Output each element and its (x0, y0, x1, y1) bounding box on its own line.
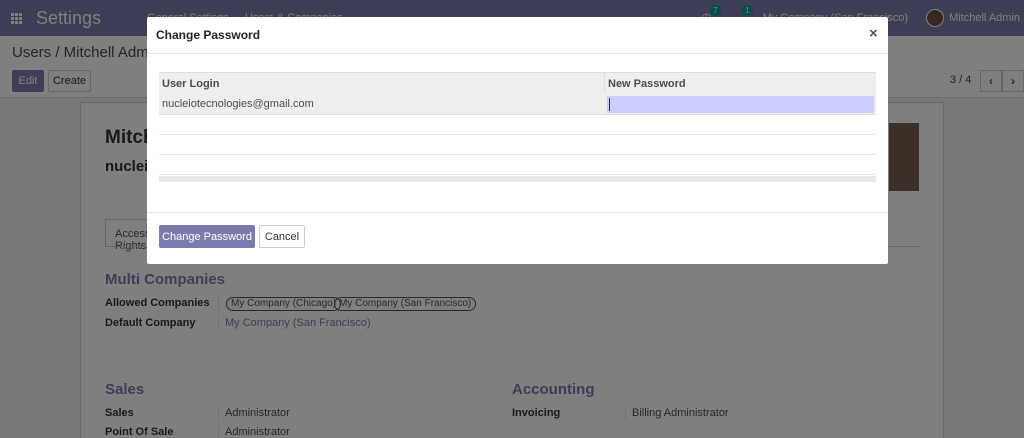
change-password-button[interactable]: Change Password (159, 225, 255, 248)
user-login-cell: nucleiotecnologies@gmail.com (162, 98, 314, 110)
column-header-user-login[interactable]: User Login (162, 78, 219, 90)
dialog-footer-divider (147, 212, 888, 213)
empty-row (159, 155, 876, 175)
new-password-input[interactable] (607, 96, 874, 113)
dialog-title: Change Password (156, 28, 261, 42)
empty-row (159, 135, 876, 155)
change-password-dialog: Change Password × User Login New Passwor… (147, 17, 888, 264)
table-footer (159, 176, 876, 182)
table-header: User Login New Password (159, 72, 876, 95)
dialog-header: Change Password × (147, 17, 888, 54)
empty-row (159, 115, 876, 135)
text-cursor (609, 98, 610, 111)
table-row[interactable]: nucleiotecnologies@gmail.com (159, 93, 876, 115)
column-header-new-password[interactable]: New Password (608, 78, 686, 90)
cancel-button[interactable]: Cancel (259, 225, 305, 248)
close-icon[interactable]: × (869, 25, 878, 42)
